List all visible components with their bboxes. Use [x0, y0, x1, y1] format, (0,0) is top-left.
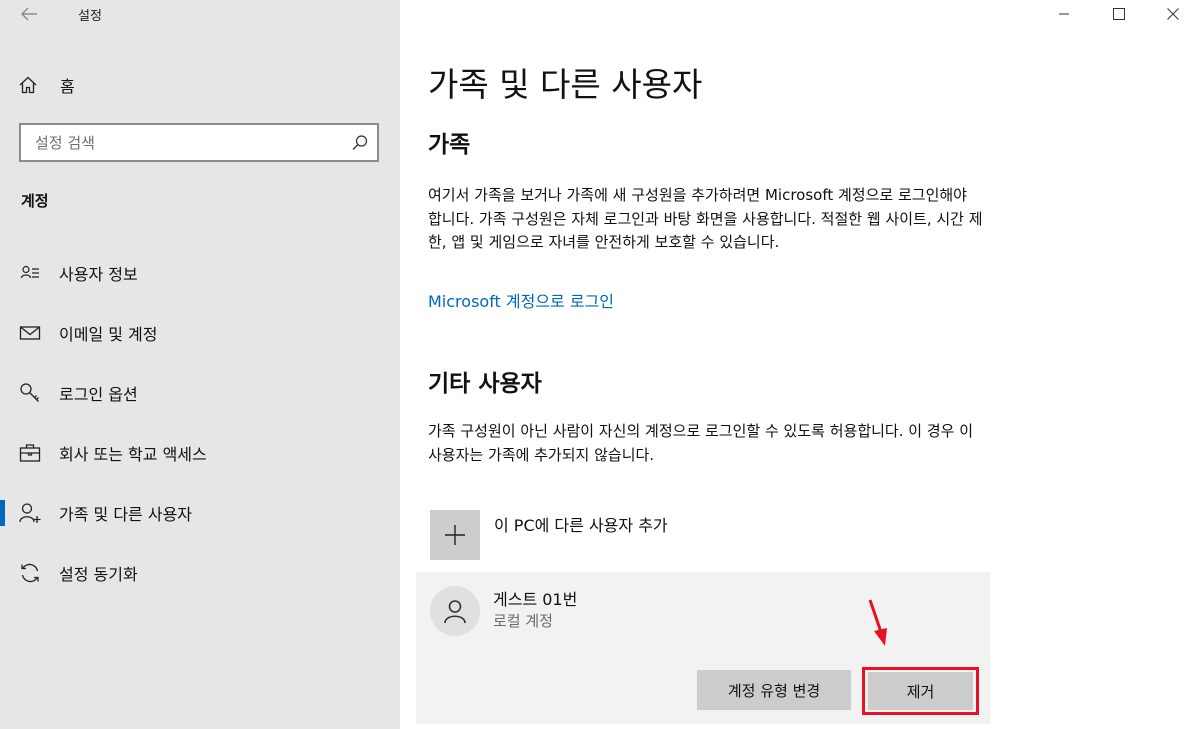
sidebar-item-sync-settings[interactable]: 설정 동기화 — [0, 543, 400, 603]
remove-button-highlight: 제거 — [862, 667, 979, 715]
minimize-button[interactable] — [1041, 0, 1087, 28]
home-nav-item[interactable]: 홈 — [18, 70, 75, 100]
key-icon — [19, 382, 41, 404]
search-box[interactable] — [19, 123, 379, 162]
sidebar-item-email-accounts[interactable]: 이메일 및 계정 — [0, 303, 400, 363]
user-card[interactable]: 게스트 01번 로컬 계정 계정 유형 변경 제거 — [416, 572, 990, 724]
sidebar-item-label: 이메일 및 계정 — [59, 325, 158, 344]
plus-icon — [430, 510, 480, 560]
other-users-heading: 기타 사용자 — [428, 371, 542, 397]
app-title: 설정 — [78, 9, 102, 24]
sidebar-nav: 사용자 정보 이메일 및 계정 로그인 옵션 회사 또는 학교 액세스 가족 및… — [0, 243, 400, 603]
family-description: 여기서 가족을 보거나 가족에 새 구성원을 추가하려면 Microsoft 계… — [428, 186, 983, 251]
sync-icon — [19, 562, 41, 584]
sidebar-item-user-info[interactable]: 사용자 정보 — [0, 243, 400, 303]
sidebar: 설정 홈 계정 사용자 정보 이메일 및 계정 로그인 옵션 — [0, 0, 400, 729]
back-button[interactable] — [14, 2, 44, 26]
sidebar-item-label: 로그인 옵션 — [59, 385, 138, 404]
search-input[interactable] — [21, 125, 341, 160]
maximize-button[interactable] — [1096, 0, 1142, 28]
change-account-type-button[interactable]: 계정 유형 변경 — [697, 670, 851, 710]
remove-button[interactable]: 제거 — [868, 672, 973, 710]
briefcase-icon — [19, 442, 41, 464]
add-user-label: 이 PC에 다른 사용자 추가 — [494, 516, 668, 535]
maximize-icon — [1113, 8, 1125, 20]
other-users-description: 가족 구성원이 아닌 사람이 자신의 계정으로 로그인할 수 있도록 허용합니다… — [428, 422, 973, 464]
close-button[interactable] — [1150, 0, 1196, 28]
close-icon — [1167, 8, 1179, 20]
user-account-type: 로컬 계정 — [493, 612, 553, 630]
sidebar-item-work-school[interactable]: 회사 또는 학교 액세스 — [0, 423, 400, 483]
sidebar-item-signin-options[interactable]: 로그인 옵션 — [0, 363, 400, 423]
family-heading: 가족 — [428, 132, 471, 158]
sidebar-item-family-other-users[interactable]: 가족 및 다른 사용자 — [0, 483, 400, 543]
add-user-button[interactable]: 이 PC에 다른 사용자 추가 — [430, 510, 668, 560]
user-info-icon — [19, 262, 41, 284]
sidebar-item-label: 설정 동기화 — [59, 565, 138, 584]
title-bar: 설정 — [0, 0, 400, 28]
person-icon — [444, 600, 466, 624]
search-icon[interactable] — [351, 134, 369, 152]
sidebar-item-label: 사용자 정보 — [59, 265, 138, 284]
back-arrow-icon — [21, 7, 37, 21]
avatar — [430, 586, 480, 636]
mail-icon — [19, 322, 41, 344]
home-icon — [19, 76, 37, 94]
page-title: 가족 및 다른 사용자 — [428, 65, 703, 104]
minimize-icon — [1059, 13, 1069, 15]
add-person-icon — [19, 502, 41, 524]
sidebar-item-label: 회사 또는 학교 액세스 — [59, 445, 207, 464]
section-label-accounts: 계정 — [21, 192, 49, 210]
user-name: 게스트 01번 — [493, 590, 578, 609]
sidebar-item-label: 가족 및 다른 사용자 — [59, 505, 193, 524]
microsoft-signin-link[interactable]: Microsoft 계정으로 로그인 — [428, 288, 614, 312]
red-arrow-annotation — [868, 599, 887, 646]
home-label: 홈 — [60, 77, 75, 96]
